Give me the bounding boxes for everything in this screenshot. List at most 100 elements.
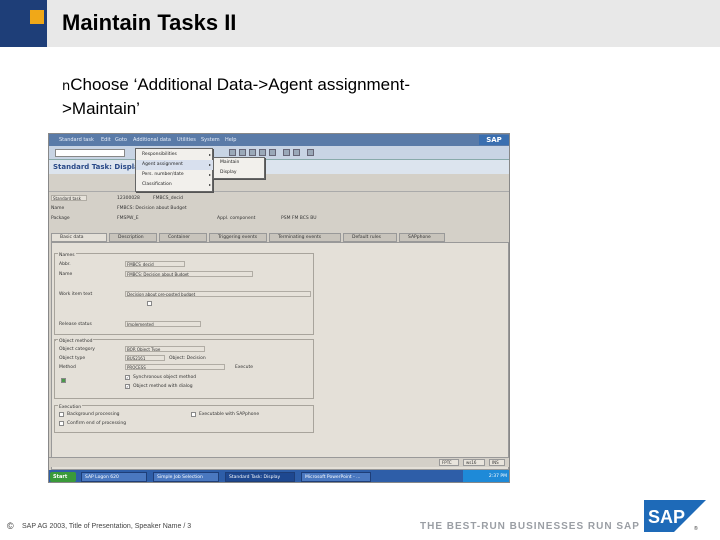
system-tray-clock: 2:37 PM (463, 470, 509, 482)
task-name-field[interactable]: FMBCS: Decision about Budget (125, 271, 253, 277)
sap-logo: SAP ® (644, 500, 706, 532)
background-processing-label: Background processing (67, 412, 120, 417)
menu-system[interactable]: System (201, 137, 220, 143)
object-method-icon[interactable] (61, 378, 66, 383)
windows-taskbar: Start SAP Logon 620 Simple Job Selection… (49, 470, 509, 482)
sap-screenshot: Standard task Edit Goto Additional data … (48, 133, 510, 483)
names-group-title: Names (58, 253, 76, 258)
package-value: FMSPW_E (117, 216, 139, 221)
sync-method-checkbox[interactable]: ✓ (125, 375, 130, 380)
page-icon[interactable] (283, 149, 290, 156)
label-method: Method (59, 365, 76, 370)
task-sap-logon[interactable]: SAP Logon 620 (81, 472, 147, 482)
additional-data-dropdown: Responsibilities ▸ Agent assignment ▸ Pers… (135, 148, 214, 192)
menu-help[interactable]: Help (225, 137, 236, 143)
bullet-marker: n (62, 79, 71, 94)
chevron-right-icon: ▸ (208, 182, 211, 187)
background-processing-checkbox[interactable] (59, 412, 64, 417)
menu-goto[interactable]: Goto (115, 137, 127, 143)
chevron-right-icon: ▸ (208, 162, 211, 167)
dd-responsibilities[interactable]: Responsibilities ▸ (136, 150, 214, 160)
tab-container[interactable]: Container (159, 233, 207, 242)
menu-standard-task[interactable]: Standard task (59, 137, 94, 143)
exit-icon[interactable] (239, 149, 246, 156)
copyright-symbol: © (7, 521, 14, 531)
title-accent-square (30, 10, 44, 24)
object-type-field[interactable]: BUS2161 (125, 355, 165, 361)
method-field[interactable]: PROCESS (125, 364, 225, 370)
help-icon[interactable] (307, 149, 314, 156)
tab-terminating-events[interactable]: Terminating events (269, 233, 341, 242)
find-icon[interactable] (269, 149, 276, 156)
back-icon[interactable] (229, 149, 236, 156)
bullet-text: Choose ‘Additional Data->Agent assignmen… (62, 75, 410, 118)
method-desc: Execute (235, 365, 253, 370)
bullet-point: nChoose ‘Additional Data->Agent assignme… (62, 74, 422, 120)
dd-agent-assignment-label: Agent assignment (142, 162, 183, 167)
label-abbr: Abbr. (59, 262, 71, 267)
application-toolbar (49, 174, 509, 192)
execution-title: Execution (58, 405, 83, 410)
confirm-end-checkbox[interactable] (59, 421, 64, 426)
print-icon[interactable] (259, 149, 266, 156)
app-title: Standard Task: Display (53, 163, 144, 171)
dd-agent-assignment[interactable]: Agent assignment ▸ (136, 160, 214, 170)
work-item-text-field[interactable]: Decision about pre-posted budget (125, 291, 311, 297)
tab-triggering-events[interactable]: Triggering events (209, 233, 267, 242)
sap-logo-registered: ® (694, 525, 698, 532)
dialog-method-checkbox[interactable]: ✓ (125, 384, 130, 389)
start-button[interactable]: Start (50, 472, 76, 482)
label-task-name: Name (59, 272, 73, 277)
sap-tagline: THE BEST-RUN BUSINESSES RUN SAP (420, 521, 640, 532)
appl-component-value: PSM FM BCS BU (281, 216, 317, 221)
chevron-right-icon: ▸ (208, 172, 211, 177)
sapphone-label: Executable with SAPphone (199, 412, 260, 417)
label-work-item-text: Work item text (59, 292, 93, 297)
tab-description[interactable]: Description (109, 233, 157, 242)
names-group: Names Abbr. FMBCS_decid Name FMBCS: Deci… (54, 253, 314, 335)
status-client: ws16 (463, 459, 485, 466)
tab-default-rules[interactable]: Default rules (343, 233, 397, 242)
task-powerpoint[interactable]: Microsoft PowerPoint - ... (301, 472, 371, 482)
label-standard-task: Standard task (51, 195, 87, 201)
submenu-display[interactable]: Display (214, 168, 266, 178)
dd-classification-label: Classification (142, 182, 172, 187)
status-system: FPTC (439, 459, 459, 466)
submenu-maintain[interactable]: Maintain (214, 158, 266, 168)
label-object-type: Object type (59, 356, 86, 361)
cancel-icon[interactable] (249, 149, 256, 156)
label-name: Name (51, 206, 65, 211)
confirm-end-label: Confirm end of processing (67, 421, 127, 426)
tab-sapphone[interactable]: SAPphone (399, 233, 445, 242)
menu-utilities[interactable]: Utilities (177, 137, 196, 143)
label-package: Package (51, 216, 70, 221)
status-bar: FPTC ws16 INS (49, 457, 509, 467)
tab-basic-data[interactable]: Basic data (51, 233, 107, 242)
basic-data-panel: Names Abbr. FMBCS_decid Name FMBCS: Deci… (51, 242, 509, 470)
object-category-select[interactable]: BOR Object Type (125, 346, 205, 352)
standard-task-value: 12300028 (117, 196, 140, 201)
slide-title: Maintain Tasks II (62, 10, 237, 35)
footer-text: SAP AG 2003, Title of Presentation, Spea… (22, 523, 192, 530)
system-toolbar (49, 146, 509, 160)
status-mode: INS (489, 459, 505, 466)
dd-classification[interactable]: Classification ▸ (136, 180, 214, 190)
object-method-title: Object method (58, 339, 94, 344)
sync-method-label: Synchronous object method (133, 375, 197, 380)
menu-bar: Standard task Edit Goto Additional data … (49, 134, 509, 146)
work-item-text-edit-icon[interactable] (147, 301, 152, 306)
command-field[interactable] (55, 149, 125, 157)
app-title-bar: Standard Task: Display (49, 160, 509, 174)
menu-edit[interactable]: Edit (101, 137, 111, 143)
dd-pers-number[interactable]: Pers. number/date ▸ (136, 170, 214, 180)
task-standard-task[interactable]: Standard Task: Display (225, 472, 295, 482)
layout-icon[interactable] (293, 149, 300, 156)
agent-assignment-submenu: Maintain Display (213, 157, 265, 179)
task-simple-job[interactable]: Simple Job Selection (153, 472, 219, 482)
release-status-select[interactable]: Implemented (125, 321, 201, 327)
abbr-field[interactable]: FMBCS_decid (125, 261, 185, 267)
sapphone-checkbox[interactable] (191, 412, 196, 417)
title-accent-block (0, 0, 47, 47)
slide-title-bar: Maintain Tasks II (0, 0, 720, 47)
menu-additional-data[interactable]: Additional data (133, 137, 171, 143)
